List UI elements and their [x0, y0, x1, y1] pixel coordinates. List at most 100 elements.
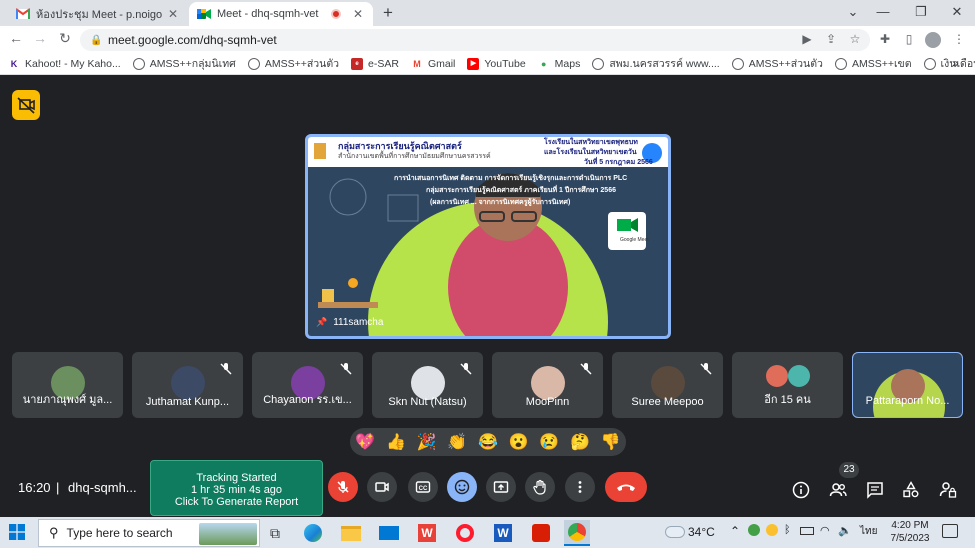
- acrobat-icon[interactable]: [528, 520, 554, 546]
- toggle-camera-button[interactable]: [367, 472, 397, 502]
- address-bar[interactable]: 🔒 meet.google.com/dhq-sqmh-vet: [80, 29, 870, 51]
- url-text: meet.google.com/dhq-sqmh-vet: [108, 33, 277, 47]
- tab-search-chevron-icon[interactable]: ⌄: [838, 4, 868, 20]
- presenter-tile[interactable]: กลุ่มสาระการเรียนรู้คณิตศาสตร์ สำนักงานเ…: [305, 134, 671, 339]
- reaction-clap[interactable]: 👏: [447, 432, 467, 452]
- show-hidden-icons-icon[interactable]: ⌃: [730, 524, 740, 538]
- bookmark-amss-personal-2[interactable]: AMSS++ส่วนตัว: [731, 55, 823, 72]
- tracker-elapsed: 1 hr 35 min 4s ago: [190, 484, 283, 496]
- close-tab-icon[interactable]: ✕: [351, 7, 365, 21]
- bookmark-esar[interactable]: e e-SAR: [351, 57, 399, 70]
- globe-icon: [923, 57, 936, 70]
- volume-icon[interactable]: 🔈: [838, 524, 852, 537]
- present-screen-button[interactable]: [486, 472, 516, 502]
- more-options-button[interactable]: [565, 472, 595, 502]
- side-panel-icon[interactable]: ▯: [901, 32, 917, 48]
- participant-tile[interactable]: MooPinn: [492, 352, 603, 418]
- slide-line1: การนำเสนอการนิเทศ ติดตาม การจัดการเรียนร…: [394, 175, 628, 182]
- host-controls-button[interactable]: [936, 478, 960, 502]
- leave-call-button[interactable]: [605, 472, 647, 502]
- app-tray-icon[interactable]: [766, 524, 778, 536]
- reaction-heart[interactable]: 💖: [355, 432, 375, 452]
- bookmark-youtube[interactable]: ▶ YouTube: [467, 57, 526, 70]
- participant-tile-self[interactable]: Pattaraporn No...: [852, 352, 963, 418]
- tracking-report-button[interactable]: Tracking Started 1 hr 35 min 4s ago Clic…: [150, 460, 323, 516]
- language-indicator[interactable]: ไทย: [860, 524, 877, 539]
- chrome-icon[interactable]: [564, 520, 590, 546]
- meeting-details-button[interactable]: [789, 478, 813, 502]
- reaction-thumbs-down[interactable]: 👎: [601, 432, 621, 452]
- reaction-sad[interactable]: 😢: [539, 432, 559, 452]
- participant-tile[interactable]: นายภาณุพงศ์ มูล...: [12, 352, 123, 418]
- battery-icon[interactable]: [800, 527, 814, 535]
- network-icon[interactable]: ◠: [820, 524, 830, 537]
- line-app-tray-icon[interactable]: [748, 524, 760, 536]
- word-icon[interactable]: W: [490, 520, 516, 546]
- restore-button[interactable]: ❐: [906, 4, 936, 20]
- participant-tile[interactable]: Suree Meepoo: [612, 352, 723, 418]
- reaction-surprised[interactable]: 😮: [509, 432, 529, 452]
- globe-icon: [247, 57, 260, 70]
- participant-tile[interactable]: Skn Nut (Natsu): [372, 352, 483, 418]
- avatar: [410, 366, 445, 400]
- reaction-thumbs-up[interactable]: 👍: [386, 432, 406, 452]
- bookmark-salary[interactable]: เงินเดือน: [923, 55, 975, 72]
- file-explorer-icon[interactable]: [338, 520, 364, 546]
- tab-title: Meet - dhq-sqmh-vet: [217, 8, 319, 20]
- tab-meet-active[interactable]: Meet - dhq-sqmh-vet ✕: [189, 2, 373, 26]
- minimize-button[interactable]: —: [868, 4, 898, 19]
- mail-icon[interactable]: [376, 520, 402, 546]
- notifications-icon[interactable]: [942, 524, 958, 538]
- bluetooth-icon[interactable]: ᛒ: [784, 524, 791, 536]
- back-icon[interactable]: ←: [6, 30, 26, 46]
- share-icon[interactable]: ⇪: [823, 32, 839, 48]
- clock-time: 4:20 PM: [891, 520, 929, 531]
- close-tab-icon[interactable]: ✕: [166, 7, 180, 21]
- activities-button[interactable]: [899, 478, 923, 502]
- reload-icon[interactable]: ↻: [55, 30, 75, 47]
- tab-meeting-room[interactable]: ห้องประชุม Meet - p.noigor@gmail ✕: [8, 2, 188, 26]
- wps-office-icon[interactable]: W: [414, 520, 440, 546]
- participant-name: นายภาณุพงศ์ มูล...: [22, 394, 113, 406]
- weather-temp[interactable]: 34°C: [688, 525, 715, 539]
- videocam-icon: [375, 482, 389, 492]
- avatar: [170, 366, 205, 400]
- camera-in-use-icon[interactable]: ▶: [799, 32, 815, 48]
- chat-button[interactable]: [863, 478, 887, 502]
- bookmark-star-icon[interactable]: ☆: [847, 32, 863, 48]
- reaction-laugh[interactable]: 😂: [478, 432, 498, 452]
- captions-button[interactable]: CC: [408, 472, 438, 502]
- opera-icon[interactable]: [452, 520, 478, 546]
- taskbar-search-box[interactable]: ⚲ Type here to search: [38, 519, 260, 547]
- people-button[interactable]: [826, 478, 850, 502]
- camera-off-indicator[interactable]: [12, 90, 40, 120]
- search-placeholder: Type here to search: [66, 526, 173, 540]
- bookmark-gmail[interactable]: M Gmail: [411, 58, 455, 70]
- participant-name: MooPinn: [525, 396, 570, 408]
- reaction-party[interactable]: 🎉: [417, 432, 437, 452]
- extensions-icon[interactable]: ✚: [877, 32, 893, 48]
- task-view-icon[interactable]: ⧉: [262, 520, 288, 546]
- more-participants-tile[interactable]: อีก 15 คน: [732, 352, 843, 418]
- bookmark-amss-area[interactable]: AMSS++เขต: [834, 55, 912, 72]
- bookmark-amss-personal[interactable]: AMSS++ส่วนตัว: [247, 55, 339, 72]
- taskbar-clock[interactable]: 4:20 PM 7/5/2023: [888, 519, 932, 545]
- bookmark-kahoot[interactable]: K Kahoot! - My Kaho...: [8, 58, 121, 70]
- bookmark-spm-nakhonsawan[interactable]: สพม.นครสวรรค์ www....: [592, 55, 720, 72]
- windows-start-button[interactable]: [9, 524, 25, 545]
- bookmark-maps[interactable]: ● Maps: [538, 58, 580, 70]
- participant-tile[interactable]: Chayanon รร.เข...: [252, 352, 363, 418]
- new-tab-button[interactable]: +: [378, 3, 398, 23]
- reactions-button[interactable]: [447, 472, 477, 502]
- profile-avatar[interactable]: [925, 32, 941, 48]
- close-window-button[interactable]: ✕: [942, 4, 972, 20]
- menu-kebab-icon[interactable]: ⋮: [951, 32, 967, 48]
- toggle-mic-button[interactable]: [328, 472, 358, 502]
- raise-hand-button[interactable]: [525, 472, 555, 502]
- participant-tile[interactable]: Juthamat Kunp...: [132, 352, 243, 418]
- edge-icon[interactable]: [300, 520, 326, 546]
- more-bookmarks-chevron-icon[interactable]: »: [952, 56, 959, 70]
- reaction-thinking[interactable]: 🤔: [570, 432, 590, 452]
- forward-icon[interactable]: →: [30, 30, 50, 46]
- bookmark-amss-supervision[interactable]: AMSS++กลุ่มนิเทศ: [132, 55, 236, 72]
